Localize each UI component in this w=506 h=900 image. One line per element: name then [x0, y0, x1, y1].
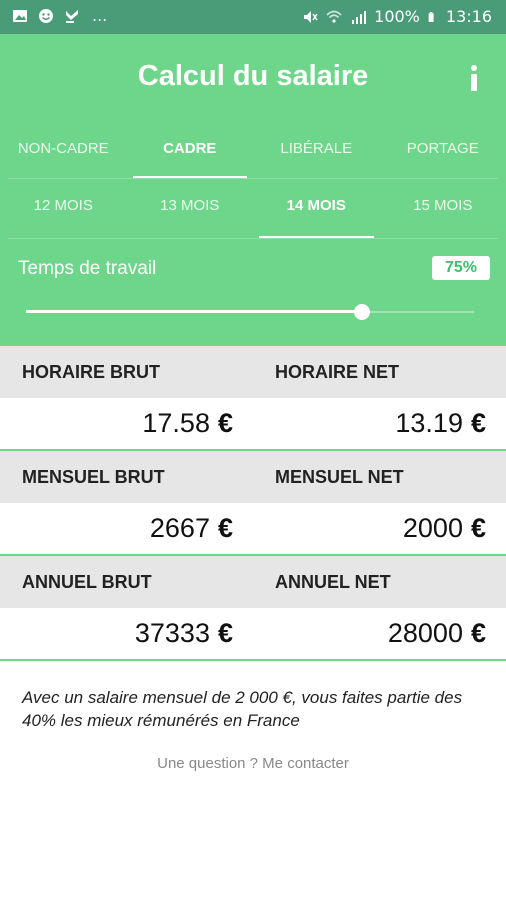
hourly-values-row: 17.58 € 13.19 € — [0, 398, 506, 451]
amount: 2000 — [402, 513, 463, 543]
battery-icon — [428, 11, 434, 22]
salary-ranking-note: Avec un salaire mensuel de 2 000 €, vous… — [22, 688, 463, 730]
annual-net-label: ANNUEL NET — [275, 572, 391, 592]
amount: 28000 — [387, 618, 463, 648]
annual-gross-value: 37333 € — [0, 608, 253, 659]
slider-thumb[interactable] — [354, 304, 370, 320]
tab-15-mois[interactable]: 15 MOIS — [380, 184, 506, 239]
check-icon — [66, 10, 78, 23]
monthly-net-label: MENSUEL NET — [275, 467, 404, 487]
signal-icon — [352, 10, 367, 24]
contact-link[interactable]: Une question ? Me contacter — [0, 755, 506, 772]
tab-14-mois[interactable]: 14 MOIS — [253, 184, 380, 239]
page-title: Calcul du salaire — [137, 60, 369, 92]
image-icon — [13, 10, 27, 22]
smiley-icon — [39, 9, 53, 23]
hourly-net-label: HORAIRE NET — [275, 362, 400, 382]
annual-header-row: ANNUEL BRUT ANNUEL NET — [0, 556, 506, 608]
tab-12-mois[interactable]: 12 MOIS — [0, 184, 127, 239]
tab-divider — [8, 178, 498, 179]
currency-symbol: € — [470, 618, 486, 648]
employment-status-tabs: NON-CADRE CADRE LIBÉRALE PORTAGE — [0, 124, 506, 179]
amount: 2667 — [149, 513, 210, 543]
month-count-tabs: 12 MOIS 13 MOIS 14 MOIS 15 MOIS — [0, 184, 506, 239]
monthly-values-row: 2667 € 2000 € — [0, 503, 506, 556]
tab-portage[interactable]: PORTAGE — [380, 124, 506, 179]
currency-symbol: € — [217, 513, 233, 543]
salary-results: HORAIRE BRUT HORAIRE NET 17.58 € 13.19 € M… — [0, 346, 506, 661]
more-notifications-indicator: ... — [92, 6, 108, 25]
currency-symbol: € — [217, 618, 233, 648]
currency-symbol: € — [217, 408, 233, 438]
worktime-label: Temps de travail — [18, 258, 157, 279]
amount: 13.19 — [395, 408, 463, 438]
currency-symbol: € — [470, 513, 486, 543]
monthly-net-value: 2000 € — [253, 503, 506, 554]
worktime-percent-badge: 75% — [432, 256, 490, 280]
wifi-icon — [326, 10, 342, 23]
tab-13-mois[interactable]: 13 MOIS — [127, 184, 254, 239]
tab-cadre[interactable]: CADRE — [127, 124, 254, 179]
annual-net-value: 28000 € — [253, 608, 506, 659]
tab-non-cadre[interactable]: NON-CADRE — [0, 124, 127, 179]
app-header: Calcul du salaire NON-CADRE CADRE LIBÉRA… — [0, 34, 506, 346]
currency-symbol: € — [470, 408, 486, 438]
amount: 37333 — [134, 618, 210, 648]
worktime-slider[interactable] — [26, 303, 474, 321]
amount: 17.58 — [142, 408, 210, 438]
clock: 13:16 — [445, 7, 492, 26]
tab-liberale[interactable]: LIBÉRALE — [253, 124, 380, 179]
monthly-header-row: MENSUEL BRUT MENSUEL NET — [0, 451, 506, 503]
monthly-gross-label: MENSUEL BRUT — [22, 467, 165, 487]
notification-icons: ... — [12, 8, 107, 24]
info-icon[interactable] — [468, 64, 480, 92]
annual-values-row: 37333 € 28000 € — [0, 608, 506, 661]
status-bar: ... 100% 13:16 — [0, 0, 506, 34]
hourly-net-value: 13.19 € — [253, 398, 506, 449]
tab-divider — [8, 238, 498, 239]
battery-percent: 100% — [374, 7, 420, 26]
hourly-gross-label: HORAIRE BRUT — [22, 362, 160, 382]
hourly-header-row: HORAIRE BRUT HORAIRE NET — [0, 346, 506, 398]
hourly-gross-value: 17.58 € — [0, 398, 253, 449]
slider-fill — [26, 310, 362, 313]
mute-icon — [304, 10, 318, 23]
annual-gross-label: ANNUEL BRUT — [22, 572, 152, 592]
system-icons: 100% 13:16 — [302, 7, 492, 26]
monthly-gross-value: 2667 € — [0, 503, 253, 554]
